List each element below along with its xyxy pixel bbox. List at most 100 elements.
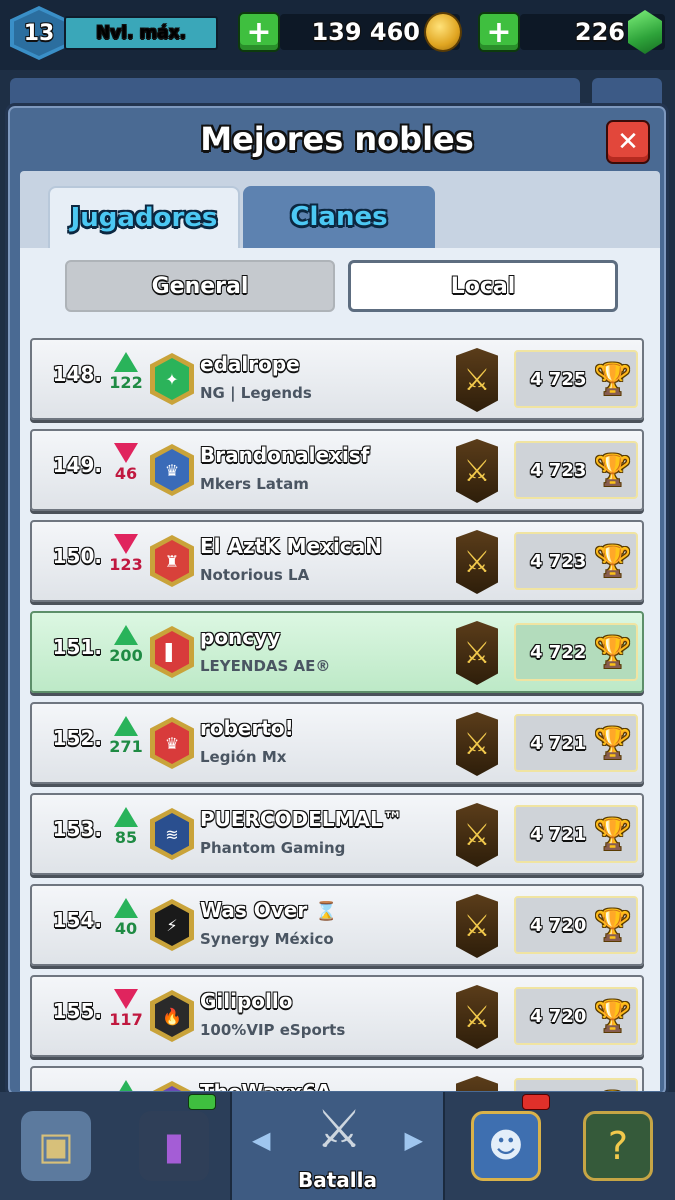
arrow-down-icon	[114, 989, 138, 1009]
rank-number: 151.	[52, 635, 102, 659]
hourglass-icon: ⌛	[315, 901, 338, 922]
leaderboard-row[interactable]: 148. 122 ✦ edalrope NG | Legends ⚔ 4 725…	[30, 338, 644, 420]
nav-battle[interactable]: ◀ ⚔ ▶ Batalla	[230, 1092, 445, 1200]
trophy-count-box: 4 721 🏆	[514, 714, 638, 772]
league-badge-icon: ⚔	[456, 439, 498, 503]
add-gems-button[interactable]: +	[478, 12, 520, 52]
rank-number: 156.	[40, 1090, 102, 1091]
clan-badge-icon[interactable]: 🔥	[150, 990, 194, 1042]
trophy-count-box: 4 723 🏆	[514, 532, 638, 590]
rank-number: 153.	[52, 817, 102, 841]
trend-value: 123	[109, 555, 143, 574]
leaderboard-row[interactable]: 150. 123 ♜ El AztK MexicaN Notorious LA …	[30, 520, 644, 602]
player-name[interactable]: Was Over ⌛	[200, 898, 338, 922]
league-badge-icon: ⚔	[456, 894, 498, 958]
clan-badge-icon[interactable]: ⚡	[150, 899, 194, 951]
leaderboard-row[interactable]: 151. 200 ▌ poncyy LEYENDAS AE® ⚔ 4 722 🏆	[30, 611, 644, 693]
trend-indicator	[106, 1080, 146, 1091]
cards-icon: ▮	[139, 1111, 209, 1181]
trophy-count: 4 721	[530, 823, 587, 845]
trophy-icon: 🏆	[594, 726, 632, 761]
player-name[interactable]: roberto!	[200, 716, 294, 740]
top-resource-bar: 13 Nvl. máx. + 139 460 + 226	[0, 0, 675, 70]
trophy-count: 4 721	[530, 732, 587, 754]
clan-badge-icon[interactable]: ▌	[150, 626, 194, 678]
leaderboard-row[interactable]: 154. 40 ⚡ Was Over ⌛ Synergy México ⚔ 4 7…	[30, 884, 644, 966]
clan-name[interactable]: Legión Mx	[200, 748, 286, 766]
arrow-left-icon[interactable]: ◀	[252, 1126, 270, 1154]
filter-local-button[interactable]: Local	[348, 260, 618, 312]
gold-coin-icon	[424, 12, 462, 52]
trend-indicator: 40	[106, 898, 146, 938]
league-badge-icon: ⚔	[456, 530, 498, 594]
level-label[interactable]: Nvl. máx.	[64, 16, 218, 50]
trend-indicator: 271	[106, 716, 146, 756]
leaderboard-row[interactable]: 156. ◆ TheWaxx6A ⚔ 🏆	[30, 1066, 644, 1091]
add-gold-button[interactable]: +	[238, 12, 280, 52]
trophy-icon: 🏆	[594, 999, 632, 1034]
trend-indicator: 123	[106, 534, 146, 574]
clan-name[interactable]: NG | Legends	[200, 384, 312, 402]
leaderboard-row[interactable]: 155. 117 🔥 Gilipollo 100%VIP eSports ⚔ 4…	[30, 975, 644, 1057]
arrow-up-icon	[114, 898, 138, 918]
trophy-icon: 🏆	[594, 362, 632, 397]
ranking-list[interactable]: 148. 122 ✦ edalrope NG | Legends ⚔ 4 725…	[30, 326, 652, 1091]
trophy-count-box: 4 725 🏆	[514, 350, 638, 408]
trophy-count: 4 720	[530, 1005, 587, 1027]
clan-name[interactable]: Phantom Gaming	[200, 839, 345, 857]
nav-events[interactable]: ?	[562, 1092, 674, 1200]
trend-value: 200	[109, 646, 143, 665]
clan-badge-icon[interactable]: ♛	[150, 444, 194, 496]
leaderboard-row[interactable]: 152. 271 ♛ roberto! Legión Mx ⚔ 4 721 🏆	[30, 702, 644, 784]
player-name[interactable]: poncyy	[200, 625, 280, 649]
trophy-count: 4 722	[530, 641, 587, 663]
nav-social[interactable]: ☻	[450, 1092, 562, 1200]
trophy-count: 4 723	[530, 459, 587, 481]
arrow-up-icon	[114, 625, 138, 645]
tab-players[interactable]: Jugadores	[48, 186, 240, 248]
trophy-count-box: 4 723 🏆	[514, 441, 638, 499]
modal-title: Mejores nobles	[200, 120, 474, 158]
arrow-right-icon[interactable]: ▶	[405, 1126, 423, 1154]
leaderboard-row[interactable]: 153. 85 ≋ PUERCODELMAL™ Phantom Gaming ⚔…	[30, 793, 644, 875]
nav-cards[interactable]: ▮	[118, 1092, 230, 1200]
nav-shop[interactable]: ▣	[0, 1092, 112, 1200]
player-name[interactable]: El AztK MexicaN	[200, 534, 382, 558]
clan-name[interactable]: 100%VIP eSports	[200, 1021, 345, 1039]
player-name[interactable]: edalrope	[200, 352, 300, 376]
trophy-icon: 🏆	[594, 544, 632, 579]
rank-number: 150.	[52, 544, 102, 568]
level-badge[interactable]: 13	[10, 6, 68, 60]
clan-badge-icon[interactable]: ≋	[150, 808, 194, 860]
clan-badge-icon[interactable]: ♜	[150, 535, 194, 587]
trophy-count: 4 720	[530, 914, 587, 936]
bottom-navigation: ▣ ▮ ◀ ⚔ ▶ Batalla ☻ ?	[0, 1092, 675, 1200]
social-notification-badge	[522, 1094, 550, 1110]
filter-general-button[interactable]: General	[65, 260, 335, 312]
player-name[interactable]: Gilipollo	[200, 989, 293, 1013]
arrow-up-icon	[114, 716, 138, 736]
player-name[interactable]: PUERCODELMAL™	[200, 807, 403, 831]
arrow-up-icon	[114, 807, 138, 827]
arrow-down-icon	[114, 534, 138, 554]
league-badge-icon: ⚔	[456, 348, 498, 412]
clan-badge-icon[interactable]: ◆	[150, 1081, 194, 1091]
close-button[interactable]: ✕	[606, 120, 650, 164]
clan-name[interactable]: LEYENDAS AE®	[200, 657, 330, 675]
player-name[interactable]: Brandonalexisf	[200, 443, 369, 467]
clan-name[interactable]: Notorious LA	[200, 566, 309, 584]
social-icon: ☻	[471, 1111, 541, 1181]
leaderboard-row[interactable]: 149. 46 ♛ Brandonalexisf Mkers Latam ⚔ 4…	[30, 429, 644, 511]
arrow-up-icon	[114, 1080, 138, 1091]
trend-indicator: 200	[106, 625, 146, 665]
clan-name[interactable]: Mkers Latam	[200, 475, 309, 493]
trend-indicator: 117	[106, 989, 146, 1029]
rank-number: 152.	[52, 726, 102, 750]
player-name[interactable]: TheWaxx6A	[200, 1080, 331, 1091]
trend-indicator: 85	[106, 807, 146, 847]
clan-badge-icon[interactable]: ✦	[150, 353, 194, 405]
clan-badge-icon[interactable]: ♛	[150, 717, 194, 769]
trophy-count-box: 4 721 🏆	[514, 805, 638, 863]
clan-name[interactable]: Synergy México	[200, 930, 334, 948]
tab-clans[interactable]: Clanes	[243, 186, 435, 248]
